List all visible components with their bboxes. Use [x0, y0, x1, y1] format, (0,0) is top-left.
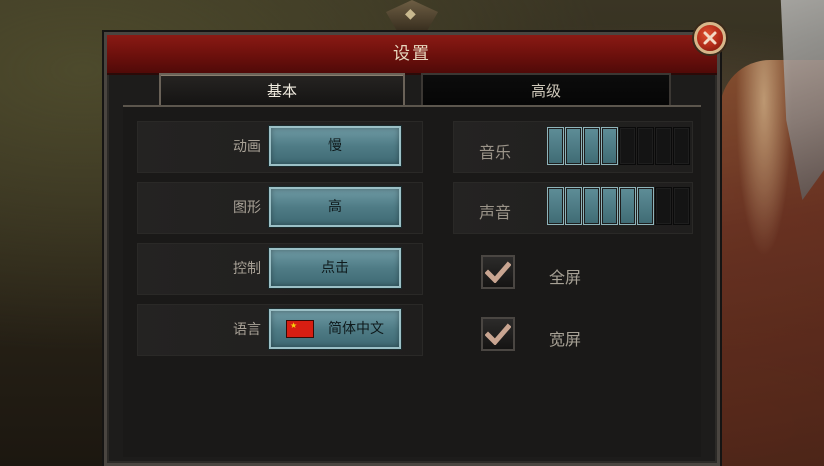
- music-volume-slider[interactable]: [547, 127, 690, 165]
- fullscreen-label: 全屏: [549, 268, 582, 287]
- widescreen-check-icon: [485, 323, 511, 345]
- settings-dialog: 设置 基本 高级 动画 慢 图形 高 控制 点击 语言 ★ 简体中文 音乐 声音: [104, 32, 720, 466]
- setting-row-graphics: 图形 高: [137, 182, 423, 234]
- tab-advanced[interactable]: 高级: [421, 73, 671, 105]
- music-volume-segment[interactable]: [655, 127, 672, 165]
- close-icon: [703, 31, 717, 45]
- animation-label: 动画: [233, 139, 261, 155]
- dialog-title-bar: 设置: [107, 35, 717, 75]
- music-volume-segment[interactable]: [583, 127, 600, 165]
- music-volume-segment[interactable]: [601, 127, 618, 165]
- music-volume-segment[interactable]: [619, 127, 636, 165]
- sound-volume-segment[interactable]: [637, 187, 654, 225]
- sound-volume-segment[interactable]: [655, 187, 672, 225]
- sound-label: 声音: [479, 203, 512, 222]
- music-volume-segment[interactable]: [673, 127, 690, 165]
- sound-volume-segment[interactable]: [583, 187, 600, 225]
- music-volume-segment[interactable]: [547, 127, 564, 165]
- graphics-label: 图形: [233, 200, 261, 216]
- control-button[interactable]: 点击: [269, 248, 401, 288]
- widescreen-checkbox[interactable]: [481, 317, 515, 351]
- language-label: 语言: [233, 322, 261, 338]
- graphics-button[interactable]: 高: [269, 187, 401, 227]
- sound-volume-segment[interactable]: [673, 187, 690, 225]
- animation-button[interactable]: 慢: [269, 126, 401, 166]
- china-flag-icon: ★: [286, 320, 314, 338]
- sound-volume-slider[interactable]: [547, 187, 690, 225]
- setting-row-animation: 动画 慢: [137, 121, 423, 173]
- dialog-title: 设置: [393, 44, 431, 64]
- setting-row-language: 语言 ★ 简体中文: [137, 304, 423, 356]
- top-ornament-icon: ◆: [386, 0, 438, 30]
- music-label: 音乐: [479, 143, 512, 162]
- close-button[interactable]: [694, 22, 726, 54]
- language-button[interactable]: ★ 简体中文: [269, 309, 401, 349]
- sound-volume-segment[interactable]: [565, 187, 582, 225]
- language-value: 简体中文: [328, 321, 384, 337]
- fullscreen-checkbox[interactable]: [481, 255, 515, 289]
- music-volume-segment[interactable]: [565, 127, 582, 165]
- setting-row-control: 控制 点击: [137, 243, 423, 295]
- tab-content-basic: 动画 慢 图形 高 控制 点击 语言 ★ 简体中文 音乐 声音 全屏 宽屏: [123, 105, 701, 457]
- control-label: 控制: [233, 261, 261, 277]
- fullscreen-check-icon: [485, 261, 511, 283]
- music-volume-segment[interactable]: [637, 127, 654, 165]
- sound-volume-segment[interactable]: [601, 187, 618, 225]
- widescreen-label: 宽屏: [549, 330, 582, 349]
- sound-volume-segment[interactable]: [619, 187, 636, 225]
- sound-volume-segment[interactable]: [547, 187, 564, 225]
- tab-basic[interactable]: 基本: [159, 73, 405, 105]
